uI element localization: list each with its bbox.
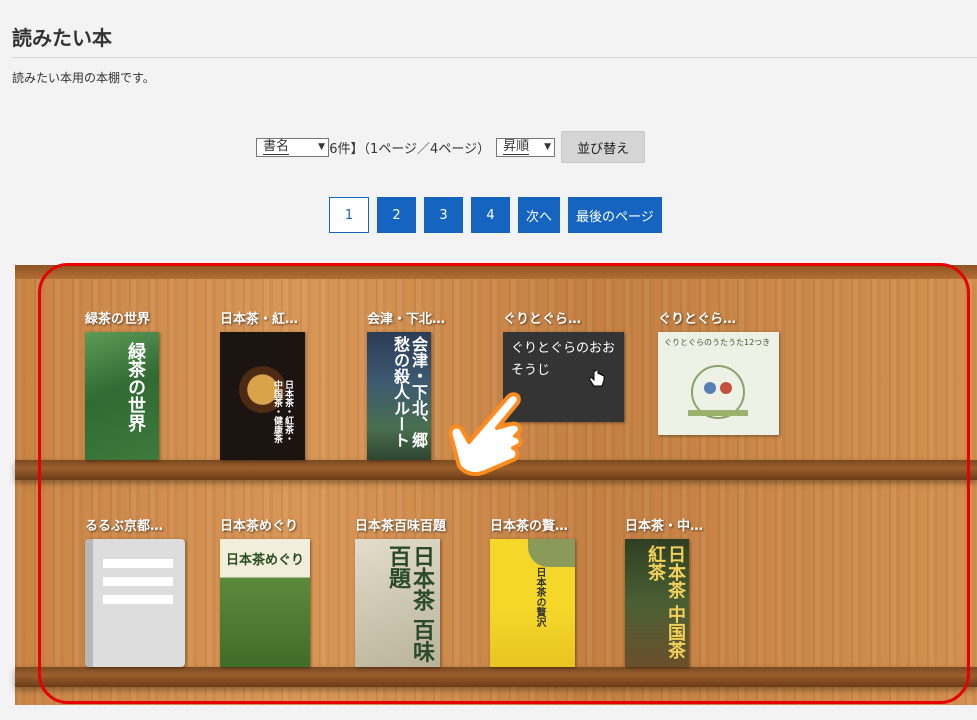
hand-cursor-icon [589, 370, 605, 387]
sort-field-value: 書名 [263, 138, 290, 155]
cover-text: 日本茶・紅茶・中国茶・健康茶 [272, 380, 293, 443]
book-item[interactable]: 日本茶の贅… 日本茶の贅沢 [490, 515, 610, 667]
sort-order-value: 昇順 [503, 138, 530, 155]
next-page-button[interactable]: 次へ [518, 197, 561, 233]
sort-order-select[interactable]: 昇順 ▼ [496, 137, 556, 157]
page-title: 読みたい本 [12, 26, 112, 50]
page-1-button[interactable]: 1 [329, 197, 369, 233]
book-item[interactable]: ぐりとぐら… ぐりとぐらのうたうた12つき [658, 308, 779, 435]
book-title: 日本茶めぐり [220, 519, 299, 534]
last-page-button[interactable]: 最後のページ [568, 197, 662, 233]
book-cover[interactable]: 会津・下北、郷愁の殺人ルート [367, 332, 431, 460]
title-divider [12, 57, 977, 58]
shelf-top-trim [15, 265, 977, 279]
page-3-button[interactable]: 3 [424, 197, 463, 233]
book-title: ぐりとぐら… [658, 312, 737, 327]
hover-title: ぐりとぐらのおおそうじ [511, 341, 616, 378]
sort-bar: 登録件数【36件】（1ページ／4ページ） 書名 ▼ 昇順 ▼ 並び替え [256, 131, 646, 163]
bookshelf: 緑茶の世界 緑茶の世界 日本茶・紅… 日本茶・紅茶・中国茶・健康茶 会津・下北…… [15, 265, 977, 705]
cover-illustration [688, 365, 748, 419]
book-title: ぐりとぐら… [503, 312, 582, 327]
cover-text: 緑茶の世界 [125, 342, 146, 432]
book-item[interactable]: 緑茶の世界 緑茶の世界 [85, 308, 205, 460]
page-2-button[interactable]: 2 [377, 197, 416, 233]
cover-text: 会津・下北、郷愁の殺人ルート [391, 336, 428, 448]
book-item[interactable]: 日本茶・中… 日本茶 中国茶 紅茶 [625, 515, 745, 667]
dropdown-arrow-icon: ▼ [318, 142, 325, 152]
book-title: 日本茶・紅… [220, 312, 299, 327]
book-cover[interactable]: 日本茶 百味百題 [355, 539, 440, 667]
book-cover[interactable]: 日本茶めぐり [220, 539, 310, 667]
book-title: 会津・下北… [367, 312, 446, 327]
book-cover[interactable]: 日本茶・紅茶・中国茶・健康茶 [220, 332, 305, 460]
book-item[interactable]: 日本茶・紅… 日本茶・紅茶・中国茶・健康茶 [220, 308, 340, 460]
cover-text: 日本茶 百味百題 [385, 545, 435, 663]
book-title: 日本茶百味百題 [355, 519, 447, 534]
book-cover[interactable]: 日本茶の贅沢 [490, 539, 575, 667]
book-item[interactable]: るるぶ京都… [85, 515, 205, 667]
pagination: 1 2 3 4 次へ 最後のページ [329, 197, 670, 233]
sort-button[interactable]: 並び替え [561, 131, 646, 163]
cover-photo [528, 539, 575, 567]
book-item[interactable]: 日本茶百味百題 日本茶 百味百題 [355, 515, 475, 667]
dropdown-arrow-icon: ▼ [544, 142, 552, 152]
sort-field-select[interactable]: 書名 ▼ [256, 137, 329, 157]
book-item[interactable]: ぐりとぐら… ぐりとぐらのおおそうじ [503, 308, 624, 422]
book-cover[interactable]: 緑茶の世界 [85, 332, 159, 460]
page-4-button[interactable]: 4 [471, 197, 510, 233]
cover-text: 日本茶めぐり [226, 553, 305, 568]
cover-text: 日本茶 中国茶 紅茶 [645, 545, 686, 660]
book-title: 緑茶の世界 [85, 312, 151, 327]
cover-text: ぐりとぐらのうたうた12つき [664, 338, 771, 347]
book-placeholder-cover[interactable] [85, 539, 185, 667]
book-title: 日本茶の贅… [490, 519, 569, 534]
pointing-hand-icon [448, 392, 523, 476]
book-item[interactable]: 会津・下北… 会津・下北、郷愁の殺人ルート [367, 308, 487, 460]
book-cover[interactable]: ぐりとぐらのうたうた12つき [658, 332, 779, 435]
book-item[interactable]: 日本茶めぐり 日本茶めぐり [220, 515, 340, 667]
book-cover[interactable]: 日本茶 中国茶 紅茶 [625, 539, 689, 667]
page-description: 読みたい本用の本棚です。 [12, 71, 155, 85]
book-title: るるぶ京都… [85, 519, 164, 534]
document-icon [85, 539, 185, 667]
cover-text: 日本茶の贅沢 [534, 567, 545, 627]
shelf-board [15, 667, 977, 687]
book-title: 日本茶・中… [625, 519, 704, 534]
